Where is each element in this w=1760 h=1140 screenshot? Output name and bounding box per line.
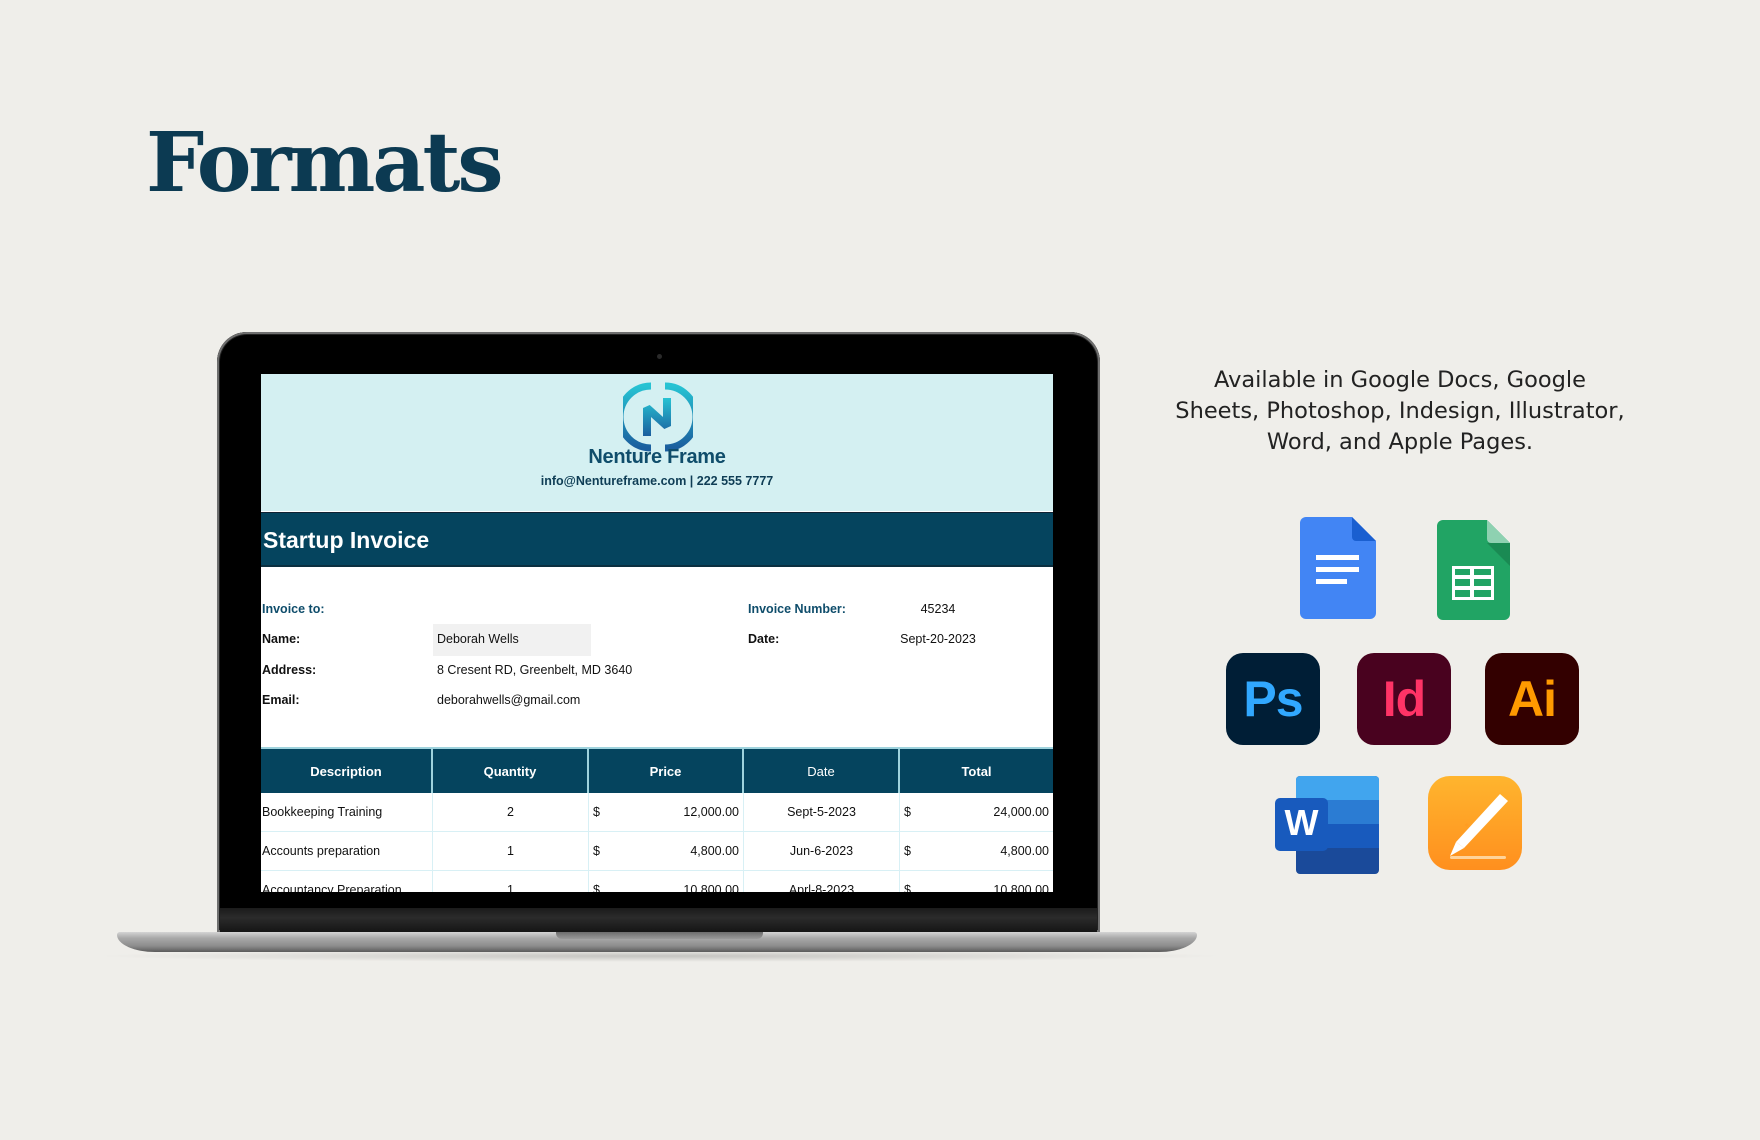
cell-date: Jun-6-2023 bbox=[744, 832, 900, 870]
photoshop-icon: Ps bbox=[1226, 653, 1320, 745]
total-value: 24,000.00 bbox=[993, 805, 1049, 819]
currency-symbol: $ bbox=[904, 844, 911, 858]
currency-symbol: $ bbox=[593, 883, 600, 892]
table-row: Bookkeeping Training 2 $12,000.00 Sept-5-20… bbox=[261, 793, 1053, 832]
laptop-screen: Nenture Frame info@Nentureframe.com | 22… bbox=[261, 374, 1053, 892]
page-title: Formats bbox=[146, 115, 504, 211]
column-header-total: Total bbox=[961, 763, 992, 779]
company-contact: info@Nentureframe.com | 222 555 7777 bbox=[540, 474, 774, 488]
table-row: Accountancy Preparation 1 $10,800.00 Aprl-8… bbox=[261, 871, 1053, 892]
photoshop-glyph: Ps bbox=[1243, 671, 1303, 727]
cell-price: $4,800.00 bbox=[589, 832, 744, 870]
laptop-notch bbox=[556, 932, 763, 939]
indesign-glyph: Id bbox=[1382, 671, 1426, 727]
cell-total: $24,000.00 bbox=[900, 793, 1053, 831]
laptop-bezel-bottom bbox=[220, 908, 1097, 932]
illustrator-icon: Ai bbox=[1485, 653, 1579, 745]
address-label: Address: bbox=[262, 663, 317, 677]
word-icon: W bbox=[1275, 776, 1379, 874]
price-value: 12,000.00 bbox=[683, 805, 739, 819]
column-header-price: Price bbox=[589, 749, 744, 793]
cell-date: Aprl-8-2023 bbox=[744, 871, 900, 892]
invoice-title-band: Startup Invoice bbox=[261, 512, 1053, 567]
cell-description: Accounts preparation bbox=[261, 832, 433, 870]
email-label: Email: bbox=[262, 693, 300, 707]
price-value: 10,800.00 bbox=[683, 883, 739, 892]
total-value: 10,800.00 bbox=[993, 883, 1049, 892]
currency-symbol: $ bbox=[593, 805, 600, 819]
currency-symbol: $ bbox=[904, 805, 911, 819]
word-glyph: W bbox=[1285, 802, 1319, 843]
cell-quantity: 1 bbox=[433, 871, 589, 892]
date-label: Date: bbox=[748, 632, 780, 646]
pages-icon bbox=[1428, 776, 1522, 870]
column-header-quantity: Quantity bbox=[433, 749, 589, 793]
email-value: deborahwells@gmail.com bbox=[437, 693, 581, 707]
cell-total: $4,800.00 bbox=[900, 832, 1053, 870]
cell-date: Sept-5-2023 bbox=[744, 793, 900, 831]
invoice-header: Nenture Frame info@Nentureframe.com | 22… bbox=[261, 374, 1053, 511]
availability-text: Available in Google Docs, Google Sheets,… bbox=[1175, 367, 1625, 455]
illustrator-glyph: Ai bbox=[1508, 671, 1557, 727]
table-header-row: Description Quantity Price Date Total bbox=[261, 747, 1053, 793]
cell-quantity: 2 bbox=[433, 793, 589, 831]
invoice-table: Description Quantity Price Date Total Bo… bbox=[261, 747, 1053, 892]
invoice-number-value: 45234 bbox=[920, 602, 956, 616]
company-name: Nenture Frame bbox=[588, 446, 726, 468]
invoice-to-label: Invoice to: bbox=[262, 602, 325, 616]
cell-description: Accountancy Preparation bbox=[261, 871, 433, 892]
cell-description: Bookkeeping Training bbox=[261, 793, 433, 831]
google-docs-icon bbox=[1300, 517, 1376, 619]
currency-symbol: $ bbox=[904, 883, 911, 892]
cell-quantity: 1 bbox=[433, 832, 589, 870]
name-value: Deborah Wells bbox=[437, 632, 519, 646]
table-body: Bookkeeping Training 2 $12,000.00 Sept-5-20… bbox=[261, 793, 1053, 892]
invoice-title: Startup Invoice bbox=[263, 527, 430, 553]
laptop-camera bbox=[657, 354, 662, 359]
table-row: Accounts preparation 1 $4,800.00 Jun-6-2023… bbox=[261, 832, 1053, 871]
name-label: Name: bbox=[262, 632, 301, 646]
address-value: 8 Cresent RD, Greenbelt, MD 3640 bbox=[437, 663, 633, 677]
currency-symbol: $ bbox=[593, 844, 600, 858]
date-value: Sept-20-2023 bbox=[900, 632, 976, 646]
price-value: 4,800.00 bbox=[690, 844, 739, 858]
company-logo-icon bbox=[623, 382, 693, 452]
cell-total: $10,800.00 bbox=[900, 871, 1053, 892]
invoice-number-label: Invoice Number: bbox=[748, 602, 846, 616]
column-header-description: Description bbox=[261, 749, 433, 793]
google-sheets-icon bbox=[1437, 520, 1510, 620]
total-value: 4,800.00 bbox=[1000, 844, 1049, 858]
indesign-icon: Id bbox=[1357, 653, 1451, 745]
cell-price: $12,000.00 bbox=[589, 793, 744, 831]
cell-price: $10,800.00 bbox=[589, 871, 744, 892]
column-header-date: Date bbox=[744, 749, 900, 793]
